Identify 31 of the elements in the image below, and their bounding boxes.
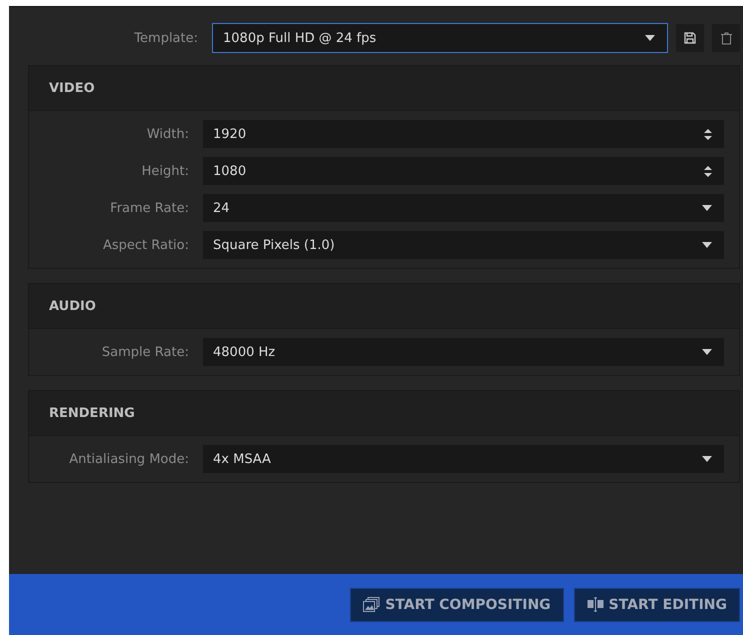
dropdown[interactable]: Square Pixels (1.0) — [203, 231, 724, 259]
number-field[interactable]: 1920 — [203, 120, 724, 148]
stacked-images-icon — [363, 597, 380, 612]
template-label: Template: — [133, 30, 199, 46]
field-label: Width: — [146, 126, 189, 142]
section-title: RENDERING — [49, 406, 135, 420]
start-compositing-button[interactable]: START COMPOSITING — [350, 588, 564, 622]
field-label: Height: — [140, 164, 189, 178]
section-title: AUDIO — [49, 298, 96, 314]
caret-icon — [702, 242, 712, 248]
number-field[interactable]: 1080 — [203, 157, 724, 185]
spinner-arrows-icon — [704, 128, 712, 140]
start-editing-button[interactable]: START EDITING — [574, 588, 740, 622]
field-label: Sample Rate: — [100, 344, 189, 360]
delete-button[interactable] — [712, 24, 740, 52]
field-label: Aspect Ratio: — [102, 238, 189, 252]
caret-icon — [702, 456, 712, 462]
template-dropdown[interactable]: 1080p Full HD @ 24 fps — [212, 23, 668, 53]
dropdown[interactable]: 48000 Hz — [203, 338, 724, 366]
trash-icon — [720, 32, 732, 44]
save-button[interactable] — [676, 24, 704, 52]
field-label: Antialiasing Mode: — [68, 452, 189, 466]
caret-icon — [702, 349, 712, 355]
dropdown[interactable]: 24 — [203, 194, 724, 222]
caret-icon — [645, 35, 655, 41]
dropdown[interactable]: 4x MSAA — [203, 445, 724, 473]
spinner-arrows-icon — [704, 164, 712, 178]
section-title: VIDEO — [49, 80, 95, 96]
field-label: Frame Rate: — [109, 200, 189, 216]
caret-icon — [702, 205, 712, 211]
timeline-images-icon — [586, 597, 604, 612]
